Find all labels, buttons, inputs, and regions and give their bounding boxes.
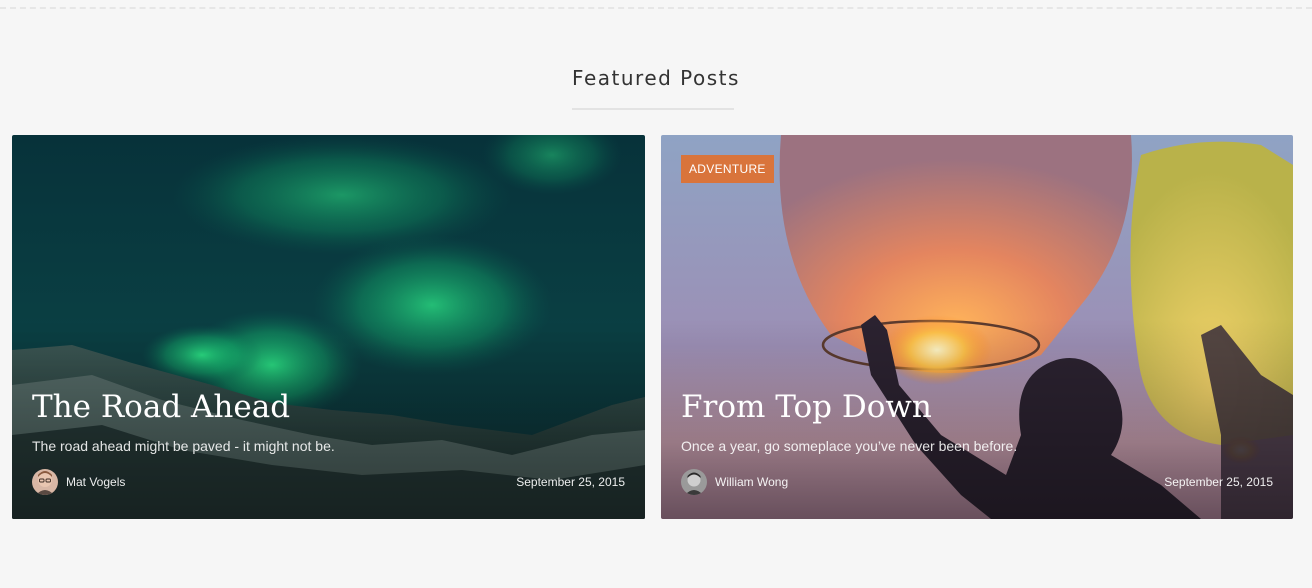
- featured-post-card-2[interactable]: ADVENTURE From Top Down Once a year, go …: [661, 135, 1293, 519]
- post-title[interactable]: From Top Down: [681, 389, 932, 425]
- author-avatar[interactable]: [681, 469, 707, 495]
- author-name[interactable]: Mat Vogels: [66, 475, 125, 489]
- post-excerpt: The road ahead might be paved - it might…: [32, 438, 335, 454]
- category-badge[interactable]: ADVENTURE: [681, 155, 774, 183]
- post-date: September 25, 2015: [516, 475, 625, 489]
- post-excerpt: Once a year, go someplace you’ve never b…: [681, 438, 1018, 454]
- top-dashed-divider: [0, 7, 1312, 9]
- section-title-underline: [572, 108, 734, 110]
- featured-post-card-1[interactable]: The Road Ahead The road ahead might be p…: [12, 135, 645, 519]
- post-author[interactable]: Mat Vogels: [32, 469, 125, 495]
- author-name[interactable]: William Wong: [715, 475, 788, 489]
- post-author[interactable]: William Wong: [681, 469, 788, 495]
- post-date: September 25, 2015: [1164, 475, 1273, 489]
- author-avatar[interactable]: [32, 469, 58, 495]
- section-title: Featured Posts: [572, 66, 740, 90]
- post-title[interactable]: The Road Ahead: [32, 389, 290, 425]
